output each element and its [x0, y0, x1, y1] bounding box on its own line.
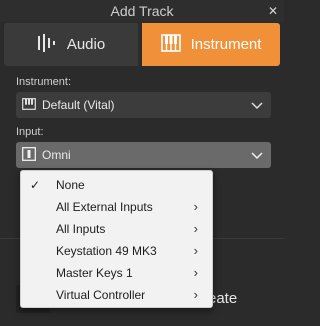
input-value: Omni — [42, 148, 71, 162]
menu-item-label: All External Inputs — [56, 200, 153, 214]
menu-item-keystation-49-mk3[interactable]: Keystation 49 MK3 › — [21, 240, 212, 262]
menu-item-master-keys-1[interactable]: Master Keys 1 › — [21, 262, 212, 284]
menu-item-all-inputs[interactable]: All Inputs › — [21, 218, 212, 240]
menu-item-none[interactable]: ✓ None — [21, 174, 212, 196]
chevron-right-icon: › — [193, 243, 198, 258]
chevron-right-icon: › — [193, 265, 198, 280]
instrument-value: Default (Vital) — [42, 98, 115, 112]
input-port-icon — [22, 146, 36, 164]
chevron-right-icon: › — [193, 287, 198, 302]
close-icon[interactable]: ✕ — [268, 3, 278, 19]
chevron-down-icon — [251, 149, 263, 164]
chevron-right-icon: › — [193, 199, 198, 214]
menu-item-label: Virtual Controller — [56, 288, 146, 302]
title-bar: Add Track ✕ — [0, 0, 284, 22]
chevron-right-icon: › — [193, 221, 198, 236]
instrument-label: Instrument — [190, 36, 262, 53]
chevron-down-icon — [251, 99, 263, 114]
menu-item-label: None — [56, 178, 85, 192]
input-select[interactable]: Omni — [16, 142, 271, 168]
piano-keys-icon — [22, 97, 36, 113]
audio-label: Audio — [66, 36, 106, 53]
dialog-title: Add Track — [110, 3, 174, 19]
instrument-select[interactable]: Default (Vital) — [16, 92, 271, 118]
input-field-label: Input: — [16, 126, 44, 138]
menu-item-label: All Inputs — [56, 222, 106, 236]
menu-item-label: Keystation 49 MK3 — [56, 244, 157, 258]
audio-toggle-button[interactable]: Audio — [4, 23, 138, 66]
piano-icon — [160, 33, 181, 56]
menu-item-virtual-controller[interactable]: Virtual Controller › — [21, 284, 212, 306]
menu-item-label: Master Keys 1 — [56, 266, 133, 280]
menu-item-all-external-inputs[interactable]: All External Inputs › — [21, 196, 212, 218]
check-icon: ✓ — [30, 178, 41, 192]
instrument-field-label: Instrument: — [16, 76, 72, 88]
input-dropdown-menu: ✓ None All External Inputs › All Inputs … — [20, 170, 213, 308]
waveform-icon — [37, 33, 57, 57]
instrument-toggle-button[interactable]: Instrument — [142, 23, 280, 66]
